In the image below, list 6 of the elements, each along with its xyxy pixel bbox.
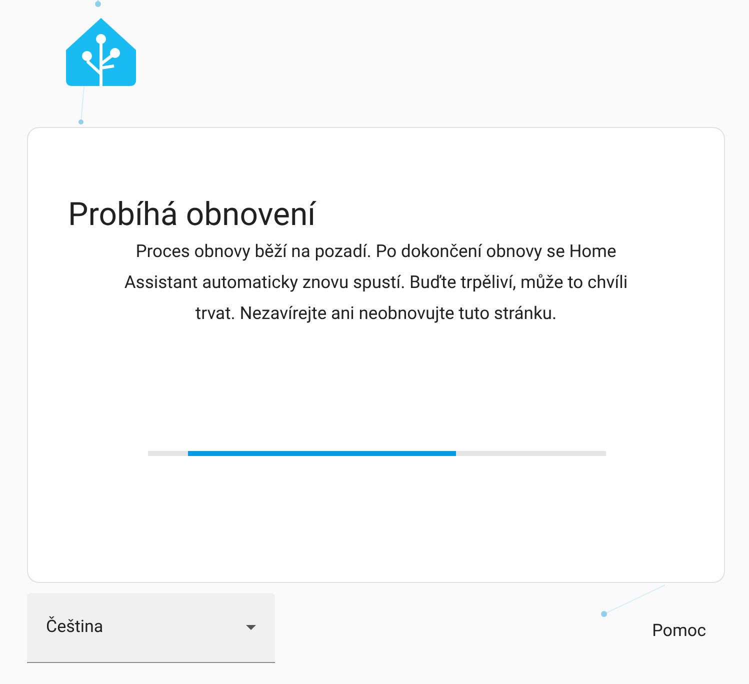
dialog-title: Probíhá obnovení [68,194,318,234]
house-logo-icon [66,18,136,86]
help-link[interactable]: Pomoc [652,619,706,644]
language-select[interactable]: Čeština [27,593,275,663]
message-text: Proces obnovy běží na pozadí. Po dokončení obnovy se Home Assistant automaticky znovu spustí. Buďte trpěliví, může to chvíli trvat. Nezavírejte ani neobnovujte tuto stránku. [123,241,629,326]
dropdown-caret-icon [246,625,256,630]
